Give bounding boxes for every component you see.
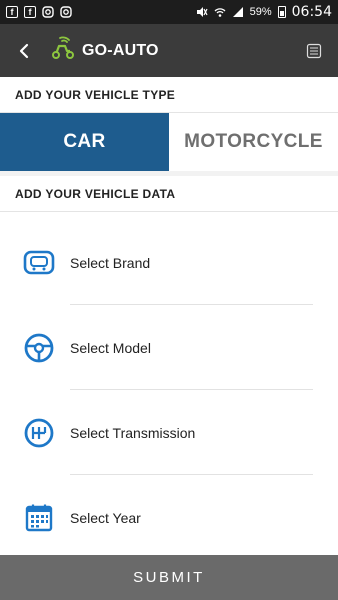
select-year-label: Select Year: [70, 509, 141, 526]
calendar-icon: [22, 501, 56, 535]
list-menu-icon[interactable]: [302, 39, 326, 63]
app-logo: GO-AUTO: [50, 35, 159, 66]
clock: 06:54: [291, 4, 332, 20]
app-bar: GO-AUTO: [0, 24, 338, 77]
select-transmission-label: Select Transmission: [70, 424, 196, 441]
app-title: GO-AUTO: [82, 41, 159, 59]
select-year-item[interactable]: Select Year: [0, 475, 338, 560]
select-model-item[interactable]: Select Model: [0, 305, 338, 390]
mute-icon: [196, 6, 208, 18]
steering-wheel-icon: [22, 331, 56, 365]
car-front-icon: [22, 246, 56, 280]
vehicle-data-heading: ADD YOUR VEHICLE DATA: [0, 176, 338, 212]
status-bar: f f 59% 06:54: [0, 0, 338, 24]
instagram-icon: [42, 6, 54, 18]
battery-icon: [277, 6, 286, 18]
select-model-label: Select Model: [70, 339, 151, 356]
select-transmission-item[interactable]: Select Transmission: [0, 390, 338, 475]
select-brand-item[interactable]: Select Brand: [0, 220, 338, 305]
gear-shift-icon: [22, 416, 56, 450]
vehicle-type-selector: CAR MOTORCYCLE: [0, 113, 338, 171]
instagram-icon: [60, 6, 72, 18]
vehicle-type-heading: ADD YOUR VEHICLE TYPE: [0, 77, 338, 113]
facebook-icon: f: [6, 6, 18, 18]
submit-button[interactable]: SUBMIT: [0, 555, 338, 600]
battery-percentage: 59%: [249, 6, 272, 18]
wifi-icon: [214, 6, 226, 18]
back-arrow-icon[interactable]: [12, 39, 36, 63]
select-brand-label: Select Brand: [70, 254, 151, 271]
facebook-icon: f: [24, 6, 36, 18]
car-type-button[interactable]: CAR: [0, 113, 169, 171]
signal-icon: [232, 6, 244, 18]
scooter-logo-icon: [50, 35, 76, 66]
vehicle-data-list: Select Brand Select Model Select Transmi…: [0, 212, 338, 560]
motorcycle-type-button[interactable]: MOTORCYCLE: [169, 113, 338, 171]
